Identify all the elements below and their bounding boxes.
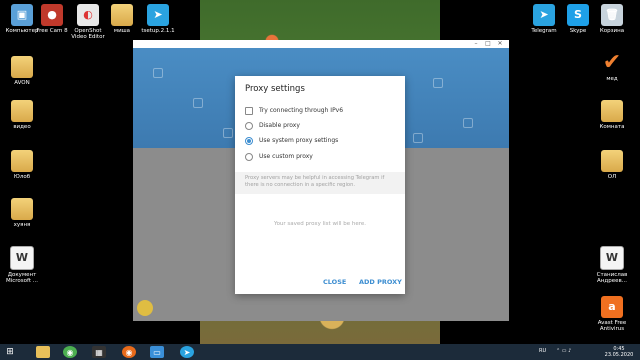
minimize-icon[interactable]: – xyxy=(471,40,481,48)
window-titlebar: – □ ✕ xyxy=(133,40,509,48)
desktop-icon-komnata[interactable]: Комната xyxy=(590,100,634,130)
proxy-settings-dialog: Proxy settings Try connecting through IP… xyxy=(235,76,405,294)
cursor-highlight xyxy=(137,300,153,316)
recycle-bin-icon: 🗑 xyxy=(601,4,623,26)
close-window-icon[interactable]: ✕ xyxy=(495,40,505,48)
empty-proxy-list: Your saved proxy list will be here. xyxy=(273,221,367,227)
ipv6-label: Try connecting through IPv6 xyxy=(259,107,344,114)
radio-system-proxy[interactable]: Use system proxy settings xyxy=(245,135,338,146)
file-explorer-icon[interactable] xyxy=(36,346,50,358)
folder-icon xyxy=(11,150,33,172)
desktop-icon-med[interactable]: ✔ мед xyxy=(590,50,634,83)
tray-icons[interactable]: ⌃ ▭ ♪ xyxy=(556,348,571,354)
openshot-icon: ◐ xyxy=(77,4,99,26)
desktop-icon-ol[interactable]: ОЛ xyxy=(590,150,634,180)
screen-app-icon[interactable]: ▭ xyxy=(150,346,164,358)
ipv6-checkbox[interactable]: Try connecting through IPv6 xyxy=(245,105,343,116)
desktop-icon-khuyanya[interactable]: хуяня xyxy=(0,198,44,228)
proxy-info-text: Proxy servers may be helpful in accessin… xyxy=(235,172,405,194)
desktop-icon-tsetup[interactable]: ➤ tsetup.2.1.1 xyxy=(136,4,180,34)
free-cam-icon: ● xyxy=(41,4,63,26)
document-icon: W xyxy=(10,246,34,270)
language-indicator[interactable]: RU xyxy=(539,348,546,354)
folder-icon xyxy=(11,198,33,220)
desktop-icon-avast[interactable]: a Avast Free Antivirus xyxy=(590,296,634,332)
checkbox-icon xyxy=(245,106,253,115)
firefox-icon[interactable]: ◉ xyxy=(122,346,136,358)
telegram-icon: ➤ xyxy=(533,4,555,26)
start-windows-icon[interactable]: ⊞ xyxy=(3,346,17,358)
avast-icon: a xyxy=(601,296,623,318)
clock-date: 23.05.2020 xyxy=(604,352,634,358)
desktop-icon-document[interactable]: W Документ Microsoft ... xyxy=(0,246,44,284)
checkmark-icon: ✔ xyxy=(602,50,622,75)
desktop-icon-yulob[interactable]: Юлоб xyxy=(0,150,44,180)
telegram-taskbar-icon[interactable]: ➤ xyxy=(180,346,194,358)
maximize-icon[interactable]: □ xyxy=(483,40,493,48)
skype-icon: S xyxy=(567,4,589,26)
desktop-icon-recycle-bin[interactable]: 🗑 Корзина xyxy=(590,4,634,34)
taskbar: ⊞ ◉ ▦ ◉ ▭ ➤ RU ⌃ ▭ ♪ 0:45 23.05.2020 xyxy=(0,344,640,360)
desktop-icon-avon[interactable]: AVON xyxy=(0,56,44,86)
film-app-icon[interactable]: ▦ xyxy=(92,346,106,358)
add-proxy-button[interactable]: ADD PROXY xyxy=(359,278,402,286)
close-button[interactable]: CLOSE xyxy=(323,278,346,286)
radio-selected-icon xyxy=(245,136,253,145)
chrome-icon[interactable]: ◉ xyxy=(63,346,77,358)
radio-icon xyxy=(245,152,253,161)
dialog-title: Proxy settings xyxy=(245,84,305,94)
folder-icon xyxy=(11,100,33,122)
folder-icon xyxy=(11,56,33,78)
desktop-icon-video[interactable]: видео xyxy=(0,100,44,130)
radio-icon xyxy=(245,121,253,130)
folder-icon xyxy=(601,150,623,172)
telegram-setup-icon: ➤ xyxy=(147,4,169,26)
radio-custom-proxy[interactable]: Use custom proxy xyxy=(245,151,313,162)
desktop-icon-stanislav[interactable]: W Станислав Андреев... xyxy=(590,246,634,284)
folder-icon xyxy=(111,4,133,26)
radio-disable-proxy[interactable]: Disable proxy xyxy=(245,120,300,131)
clock[interactable]: 0:45 23.05.2020 xyxy=(604,346,634,358)
folder-icon xyxy=(601,100,623,122)
document-icon: W xyxy=(600,246,624,270)
